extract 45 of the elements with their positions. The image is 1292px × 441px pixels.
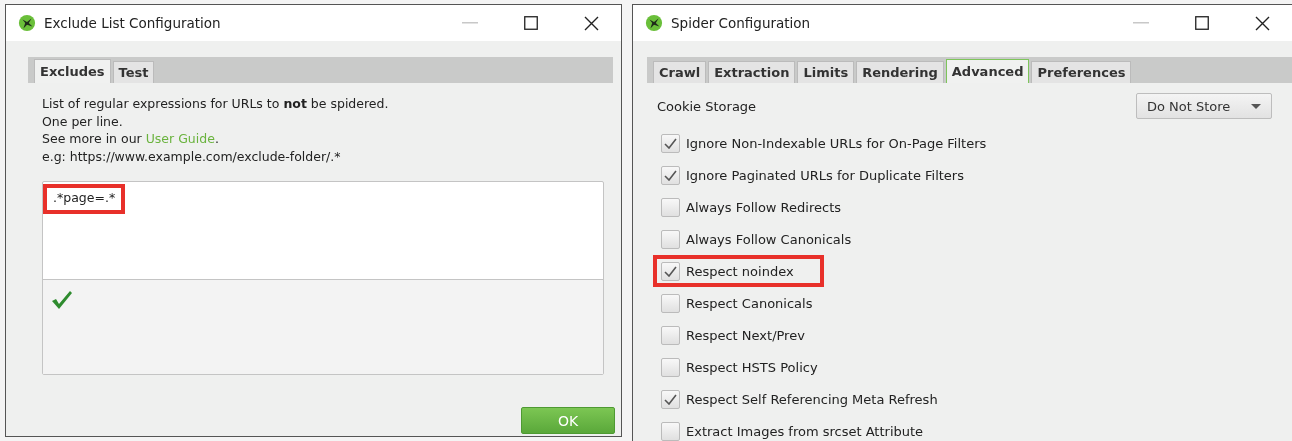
option-label: Respect Self Referencing Meta Refresh [686,391,938,407]
checkbox[interactable] [661,133,680,153]
tab[interactable]: Excludes [34,59,111,83]
option-label: Respect Canonicals [686,295,813,311]
maximize-icon[interactable] [524,16,538,30]
tab[interactable]: Test [112,61,155,83]
tab[interactable]: Preferences [1031,61,1132,83]
option-label: Respect Next/Prev [686,327,805,343]
tab[interactable]: Advanced [945,59,1030,83]
checkbox[interactable] [661,229,680,249]
checkbox[interactable] [661,389,680,409]
app-icon [18,14,36,32]
check-icon [51,290,73,310]
option-label: Extract Images from srcset Attribute [686,423,924,439]
checkbox[interactable] [661,421,680,441]
description-text: See more in our User Guide. [42,130,219,148]
option-label: Always Follow Canonicals [686,231,852,247]
tab[interactable]: Crawl [653,61,707,83]
close-icon[interactable] [584,15,599,31]
option-label: Ignore Non-Indexable URLs for On-Page Filters [686,135,987,151]
exclude-pattern: .*page=.* [43,184,126,214]
checkbox[interactable] [661,293,680,313]
option-label: Respect noindex [686,263,794,279]
tab[interactable]: Limits [797,61,855,83]
option-label: Always Follow Redirects [686,199,841,215]
checkbox[interactable] [661,197,680,217]
app-icon [645,14,663,32]
checkbox[interactable] [661,325,680,345]
close-icon[interactable] [1255,15,1270,31]
cookie-storage-label: Cookie Storage [657,98,757,114]
description-text: One per line. [42,112,123,130]
option-label: Ignore Paginated URLs for Duplicate Filters [686,167,964,183]
window-title: Exclude List Configuration [44,15,222,31]
checkbox[interactable] [661,357,680,377]
checkbox[interactable] [661,165,680,185]
caret-icon [1251,103,1261,109]
tab[interactable]: Extraction [708,61,796,83]
cookie-storage-dropdown[interactable]: Do Not Store [1136,93,1272,119]
tab[interactable]: Rendering [856,61,944,83]
window-title: Spider Configuration [671,15,812,31]
option-label: Respect HSTS Policy [686,359,818,375]
checkbox[interactable] [661,261,680,281]
maximize-icon[interactable] [1195,16,1209,30]
example-text: e.g: https://www.example.com/exclude-folder/.* [42,147,341,165]
description-text: List of regular expressions for URLs to not be spidered. [42,95,389,113]
